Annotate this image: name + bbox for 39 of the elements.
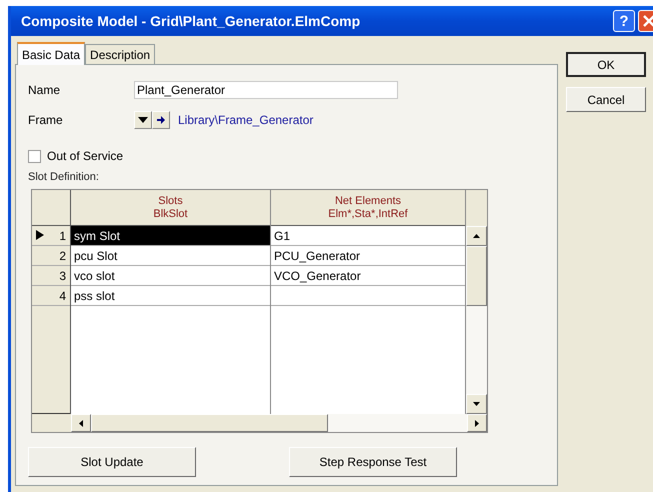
section-label: Slot Definition: <box>28 171 100 183</box>
horizontal-scrollbar[interactable] <box>32 414 487 432</box>
row-header[interactable]: 2 <box>32 246 70 266</box>
tab[interactable]: Basic Data <box>17 42 86 65</box>
scroll-up-icon[interactable] <box>473 234 480 238</box>
column-header: Net Elements Elm*,Sta*,IntRef <box>271 190 465 226</box>
table-cell[interactable]: pcu Slot <box>71 246 270 266</box>
action-button[interactable]: Slot Update <box>28 447 196 477</box>
table-cell[interactable]: sym Slot <box>71 226 270 246</box>
dialog-button[interactable]: Cancel <box>566 87 646 112</box>
jump-button[interactable] <box>152 111 170 129</box>
table-cell[interactable]: VCO_Generator <box>271 266 465 286</box>
row-header[interactable]: 1 <box>32 226 70 246</box>
caret-down-icon <box>138 117 148 123</box>
checkbox[interactable] <box>28 150 41 162</box>
checkbox-label: Out of Service <box>47 149 124 163</box>
table-cell[interactable]: pss slot <box>71 286 270 306</box>
frame-link[interactable]: Library\Frame_Generator <box>178 113 314 127</box>
arrow-right-icon <box>157 116 165 124</box>
dropdown-button[interactable] <box>134 111 152 129</box>
scroll-left-icon[interactable] <box>79 420 83 426</box>
help-button[interactable]: ? <box>613 10 635 32</box>
tab[interactable]: Description <box>85 44 156 64</box>
table-cell[interactable]: G1 <box>271 226 465 246</box>
name-field[interactable]: Plant_Generator <box>134 81 398 99</box>
row-pointer-icon <box>36 230 44 240</box>
dialog-button[interactable]: OK <box>566 52 646 77</box>
scroll-right-icon[interactable] <box>475 420 479 426</box>
action-button[interactable]: Step Response Test <box>289 447 457 477</box>
row-header[interactable]: 3 <box>32 266 70 286</box>
table-cell[interactable]: vco slot <box>71 266 270 286</box>
field-label: Frame <box>28 113 64 127</box>
scroll-down-icon[interactable] <box>473 402 480 406</box>
column-header: Slots BlkSlot <box>71 190 270 226</box>
field-label: Name <box>28 83 62 97</box>
vertical-scrollbar[interactable] <box>466 190 487 414</box>
row-header[interactable]: 4 <box>32 286 70 306</box>
table-cell[interactable]: PCU_Generator <box>271 246 465 266</box>
window-title: Composite Model - Grid\Plant_Generator.ElmComp <box>21 13 362 29</box>
